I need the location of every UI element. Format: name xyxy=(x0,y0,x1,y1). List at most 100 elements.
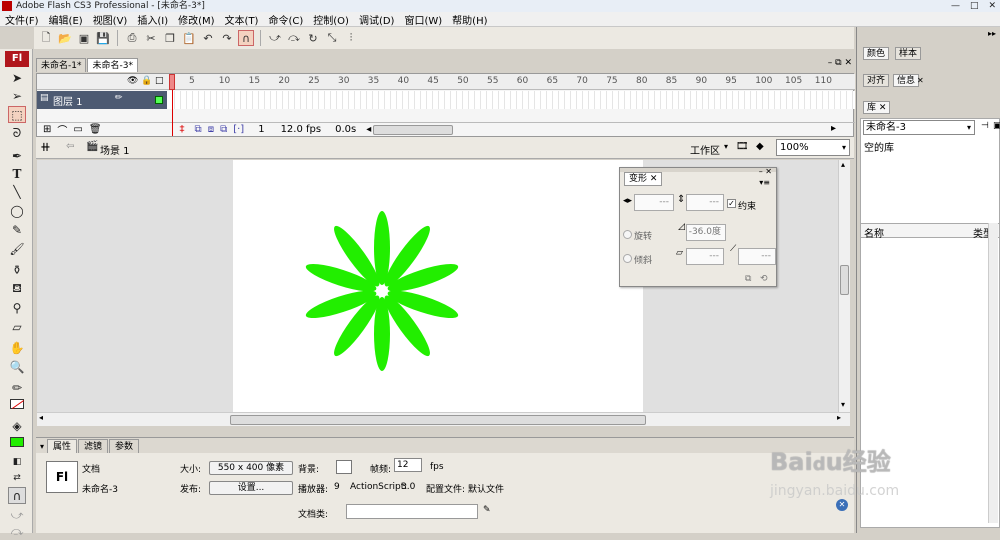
layer-frames[interactable] xyxy=(169,91,855,109)
snap-magnet-icon[interactable]: ∩ xyxy=(238,30,254,46)
rotate-radio[interactable] xyxy=(623,230,632,239)
scroll-left-icon[interactable]: ◂ xyxy=(39,413,43,422)
skew-v-field[interactable]: --- xyxy=(738,248,776,265)
pin-library-icon[interactable]: ⊣ xyxy=(981,121,989,131)
vertical-scroll-thumb[interactable] xyxy=(840,265,849,295)
subselection-tool-icon[interactable]: ➢ xyxy=(8,87,26,104)
workspace-label[interactable]: 工作区 xyxy=(690,142,720,157)
menu-view[interactable]: 视图(V) xyxy=(88,12,133,27)
tab-parameters[interactable]: 参数 xyxy=(109,439,140,453)
reset-transform-icon[interactable]: ⟲ xyxy=(760,274,768,284)
copy-and-transform-icon[interactable]: ⧉ xyxy=(745,274,751,284)
help-icon[interactable]: ✕ xyxy=(836,499,848,511)
tab-library[interactable]: 库 ✕ xyxy=(863,101,891,114)
panel-collapse-icon[interactable]: – ✕ xyxy=(759,167,772,176)
menu-control[interactable]: 控制(O) xyxy=(308,12,354,27)
scene-name[interactable]: 场景 1 xyxy=(100,142,130,157)
panel-dock-arrow-icon[interactable]: ▸▸ xyxy=(988,29,996,38)
redo-icon[interactable]: ↷ xyxy=(219,30,235,46)
playhead[interactable] xyxy=(169,74,175,136)
layer-name-cell[interactable]: ▤ 图层 1 ✏ xyxy=(37,91,167,109)
library-document-select[interactable]: 未命名-3 ▾ xyxy=(863,120,975,135)
menu-file[interactable]: 文件(F) xyxy=(0,12,44,27)
edit-scene-icon[interactable]: 🎞 xyxy=(736,141,749,152)
align-icon[interactable]: ⫶ xyxy=(343,30,359,46)
size-button[interactable]: 550 x 400 像素 xyxy=(209,461,293,475)
menu-debug[interactable]: 调试(D) xyxy=(354,12,400,27)
library-scrollbar[interactable] xyxy=(988,223,998,523)
menu-modify[interactable]: 修改(M) xyxy=(173,12,219,27)
doc-close-icon[interactable]: ✕ xyxy=(844,58,852,68)
edit-class-pencil-icon[interactable]: ✎ xyxy=(483,505,491,515)
panel-collapse-arrow-icon[interactable]: ▾ xyxy=(40,442,44,451)
smooth-icon[interactable]: ⤻ xyxy=(267,30,283,46)
doc-tab-1[interactable]: 未命名-1* xyxy=(36,58,87,72)
straighten-option-icon[interactable]: ⤼ xyxy=(8,523,26,540)
constrain-checkbox[interactable]: ✓ xyxy=(727,199,736,208)
outline-icon[interactable]: □ xyxy=(155,76,164,86)
stage-horizontal-scrollbar[interactable]: ◂ ▸ xyxy=(37,412,850,426)
rotate-icon[interactable]: ↻ xyxy=(305,30,321,46)
skew-h-field[interactable]: --- xyxy=(686,248,724,265)
tab-color[interactable]: 颜色 xyxy=(863,47,890,60)
snap-to-objects-icon[interactable]: ∩ xyxy=(8,487,26,504)
cut-icon[interactable]: ✂ xyxy=(143,30,159,46)
brush-tool-icon[interactable]: 🖌 xyxy=(8,240,26,257)
print-icon[interactable]: ⎙ xyxy=(124,30,140,46)
ink-bottle-tool-icon[interactable]: ⚱ xyxy=(8,261,26,278)
scroll-up-icon[interactable]: ▴ xyxy=(841,160,845,169)
layer-outline-color-icon[interactable] xyxy=(155,96,163,104)
close-button[interactable]: ✕ xyxy=(988,0,996,12)
new-file-icon[interactable]: 🗋 xyxy=(38,30,54,46)
menu-window[interactable]: 窗口(W) xyxy=(399,12,447,27)
tab-info[interactable]: 信息 xyxy=(893,74,920,87)
maximize-button[interactable]: □ xyxy=(970,0,979,12)
onion-skin-icon[interactable]: ⧉ xyxy=(195,124,202,135)
paint-bucket-tool-icon[interactable]: ⛾ xyxy=(8,280,26,297)
edit-symbols-icon[interactable]: ◆ xyxy=(756,141,764,152)
layer-row[interactable]: ▤ 图层 1 ✏ xyxy=(37,91,855,109)
timeline-scrollbar-thumb[interactable] xyxy=(373,125,453,135)
scroll-right-icon[interactable]: ▸ xyxy=(831,123,836,134)
document-class-input[interactable] xyxy=(346,504,478,519)
insert-layer-icon[interactable]: ⊞ xyxy=(43,124,51,135)
copy-icon[interactable]: ❐ xyxy=(162,30,178,46)
oval-tool-icon[interactable]: ◯ xyxy=(8,202,26,219)
undo-icon[interactable]: ↶ xyxy=(200,30,216,46)
zoom-select[interactable]: 100% ▾ xyxy=(776,139,850,156)
swap-colors-icon[interactable]: ⇄ xyxy=(8,469,26,486)
skew-radio[interactable] xyxy=(623,254,632,263)
open-library-icon[interactable]: ▣ xyxy=(76,30,92,46)
panel-menu-icon[interactable]: ▾≡ xyxy=(759,178,770,187)
scale-icon[interactable]: ⤡ xyxy=(324,30,340,46)
tab-close-icon[interactable]: ✕ xyxy=(917,76,924,85)
workspace-dropdown-icon[interactable]: ▾ xyxy=(724,142,728,151)
tab-close-icon[interactable]: ✕ xyxy=(650,174,658,184)
lasso-tool-icon[interactable]: ᘐ xyxy=(8,125,26,142)
scroll-down-icon[interactable]: ▾ xyxy=(841,400,845,409)
menu-commands[interactable]: 命令(C) xyxy=(263,12,308,27)
rotate-field[interactable]: -36.0度 xyxy=(686,224,726,241)
stroke-color-icon[interactable]: ✏ xyxy=(8,379,26,396)
height-field[interactable]: --- xyxy=(686,194,724,211)
hand-tool-icon[interactable]: ✋ xyxy=(8,339,26,356)
show-hide-icon[interactable]: 👁 xyxy=(127,76,138,86)
selection-tool-icon[interactable]: ➤ xyxy=(8,69,26,86)
free-transform-tool-icon[interactable]: ⬚ xyxy=(8,106,26,123)
edit-multiple-frames-icon[interactable]: ⧉ xyxy=(220,124,227,135)
fill-color-swatch[interactable] xyxy=(8,433,26,450)
flower-shape[interactable] xyxy=(303,211,460,371)
doc-restore-icon[interactable]: ⧉ xyxy=(835,58,841,68)
delete-layer-icon[interactable]: 🗑 xyxy=(89,124,102,135)
insert-folder-icon[interactable]: ▭ xyxy=(73,124,82,135)
stroke-color-swatch[interactable] xyxy=(8,395,26,412)
smooth-option-icon[interactable]: ⤻ xyxy=(8,507,26,524)
line-tool-icon[interactable]: ╲ xyxy=(8,183,26,200)
tab-properties[interactable]: 属性 xyxy=(47,439,78,453)
back-arrow-icon[interactable]: ⇦ xyxy=(66,141,74,152)
eraser-tool-icon[interactable]: ▱ xyxy=(8,318,26,335)
open-folder-icon[interactable]: 📂 xyxy=(57,30,73,46)
background-color-swatch[interactable] xyxy=(336,460,352,474)
menu-help[interactable]: 帮助(H) xyxy=(447,12,492,27)
menu-text[interactable]: 文本(T) xyxy=(220,12,264,27)
